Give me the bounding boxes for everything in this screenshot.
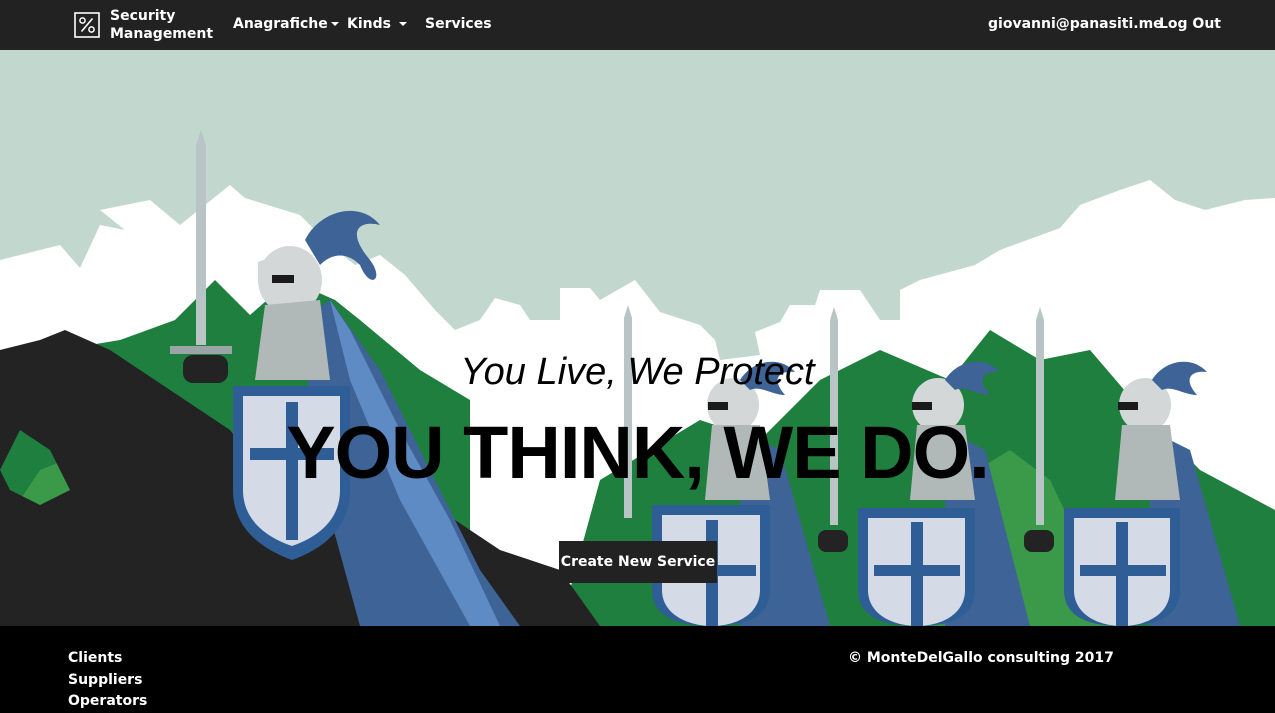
- page-footer: Clients Suppliers Operators © MonteDelGa…: [0, 626, 1275, 710]
- create-new-service-button[interactable]: Create New Service: [559, 541, 717, 583]
- nav-kinds-dropdown[interactable]: Kinds: [347, 15, 407, 33]
- nav-anagrafiche-dropdown[interactable]: Anagrafiche: [233, 15, 339, 33]
- brand-home-link[interactable]: Security Management: [74, 6, 213, 44]
- caret-down-icon: [330, 22, 339, 26]
- brand-line-2: Management: [110, 26, 214, 42]
- logout-link[interactable]: Log Out: [1159, 15, 1221, 33]
- brand-line-1: Security: [110, 8, 176, 24]
- hero-headline: YOU THINK, WE DO.: [286, 411, 989, 494]
- knights-illustration: [0, 50, 1275, 626]
- top-navbar: Security Management Anagrafiche Kinds Se…: [0, 0, 1275, 50]
- footer-links: Clients Suppliers Operators: [68, 648, 147, 713]
- nav-kinds-label: Kinds: [347, 16, 391, 32]
- footer-link-operators[interactable]: Operators: [68, 691, 147, 713]
- nav-anagrafiche-label: Anagrafiche: [233, 16, 328, 32]
- footer-link-suppliers[interactable]: Suppliers: [68, 670, 147, 692]
- user-email-link[interactable]: giovanni@panasiti.me: [988, 15, 1163, 33]
- brand-title: Security Management: [110, 7, 213, 43]
- hero-banner: You Live, We Protect YOU THINK, WE DO. C…: [0, 50, 1275, 626]
- footer-link-clients[interactable]: Clients: [68, 648, 147, 670]
- nav-services-label: Services: [425, 16, 492, 32]
- caret-down-icon: [398, 22, 407, 26]
- copyright-text: © MonteDelGallo consulting 2017: [848, 650, 1114, 666]
- hero-tagline: You Live, We Protect: [460, 351, 815, 393]
- nav-services-link[interactable]: Services: [425, 15, 492, 33]
- percent-icon: [74, 12, 100, 38]
